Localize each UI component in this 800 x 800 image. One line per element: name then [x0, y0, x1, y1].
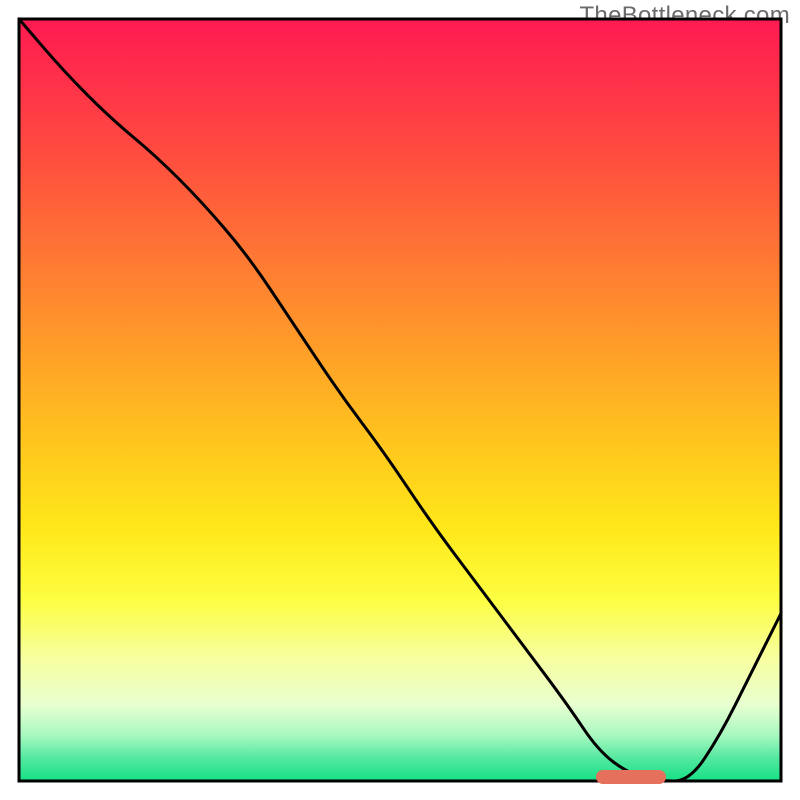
optimal-range-marker [596, 770, 666, 784]
gradient-background [19, 19, 781, 781]
chart-root: TheBottleneck.com [0, 0, 800, 800]
